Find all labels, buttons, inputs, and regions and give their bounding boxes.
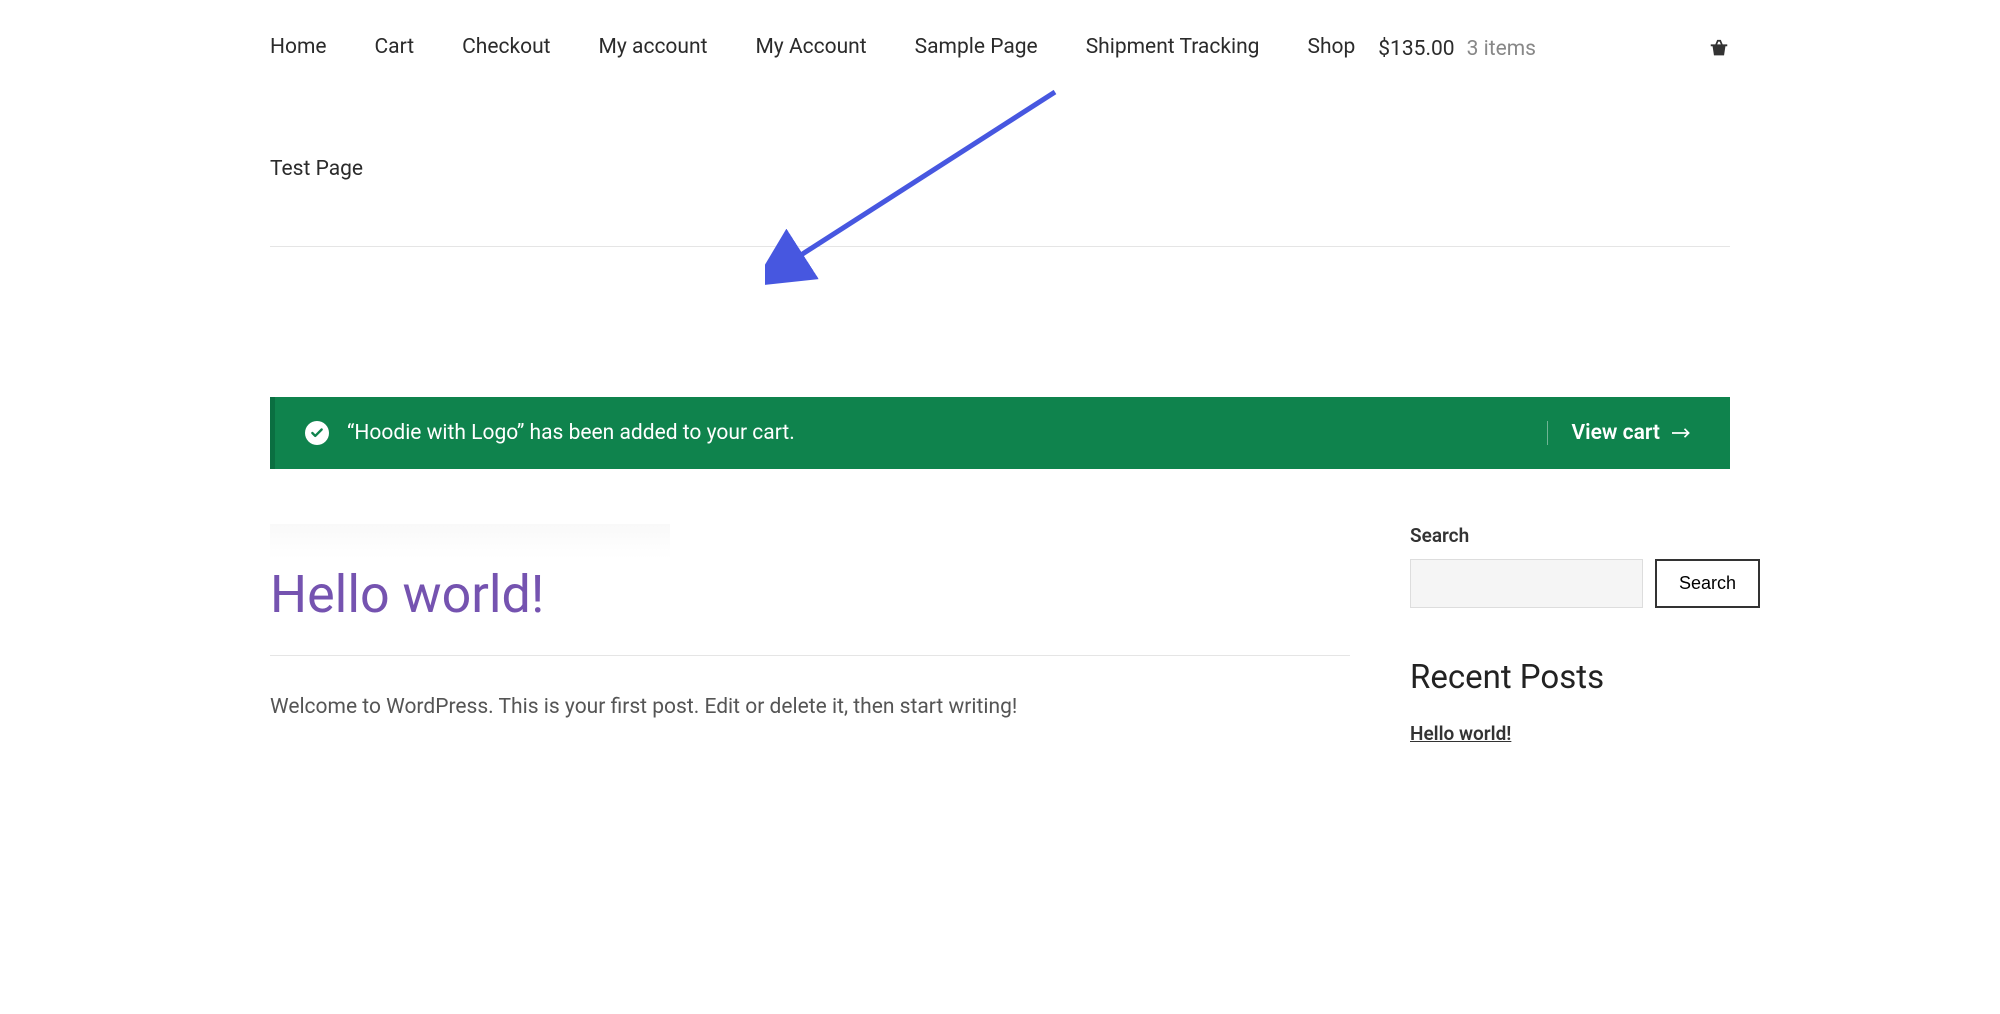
primary-nav-menu: Home Cart Checkout My account My Account…	[270, 0, 1370, 246]
cart-item-count: 3 items	[1467, 37, 1536, 61]
nav-item-shipment-tracking[interactable]: Shipment Tracking	[1086, 35, 1260, 59]
sidebar: Search Search Recent Posts Hello world!	[1410, 524, 1730, 745]
cart-total-price: $135.00	[1378, 37, 1454, 61]
content-area: “Hoodie with Logo” has been added to you…	[270, 247, 1730, 745]
check-circle-icon	[305, 421, 329, 445]
nav-item-home[interactable]: Home	[270, 35, 327, 59]
notice-content: “Hoodie with Logo” has been added to you…	[305, 421, 795, 445]
nav-item-shop[interactable]: Shop	[1307, 35, 1355, 59]
woocommerce-notice: “Hoodie with Logo” has been added to you…	[270, 397, 1730, 469]
basket-icon[interactable]	[1708, 38, 1730, 60]
nav-item-sample-page[interactable]: Sample Page	[915, 35, 1038, 59]
arrow-right-icon	[1672, 427, 1692, 439]
faded-header-block	[270, 524, 670, 559]
post-body: Welcome to WordPress. This is your first…	[270, 691, 1350, 725]
nav-item-checkout[interactable]: Checkout	[462, 35, 550, 59]
recent-posts-widget: Recent Posts Hello world!	[1410, 658, 1730, 745]
recent-posts-title: Recent Posts	[1410, 658, 1730, 697]
nav-item-test-page[interactable]: Test Page	[270, 157, 363, 181]
main-grid: Hello world! Welcome to WordPress. This …	[270, 524, 1730, 745]
notice-message: “Hoodie with Logo” has been added to you…	[347, 421, 795, 445]
main-content: Hello world! Welcome to WordPress. This …	[270, 524, 1350, 745]
search-button[interactable]: Search	[1655, 559, 1760, 608]
search-widget: Search Search	[1410, 524, 1730, 608]
view-cart-link[interactable]: View cart	[1547, 421, 1692, 445]
search-input[interactable]	[1410, 559, 1643, 608]
post-title[interactable]: Hello world!	[270, 564, 1350, 656]
nav-item-my-account[interactable]: My account	[599, 35, 708, 59]
recent-post-link[interactable]: Hello world!	[1410, 722, 1511, 745]
search-label: Search	[1410, 524, 1730, 547]
header-nav: Home Cart Checkout My account My Account…	[270, 0, 1730, 247]
nav-item-my-account-2[interactable]: My Account	[755, 35, 866, 59]
nav-item-cart[interactable]: Cart	[375, 35, 415, 59]
cart-summary[interactable]: $135.00 3 items	[1378, 0, 1730, 61]
view-cart-label: View cart	[1572, 421, 1660, 445]
